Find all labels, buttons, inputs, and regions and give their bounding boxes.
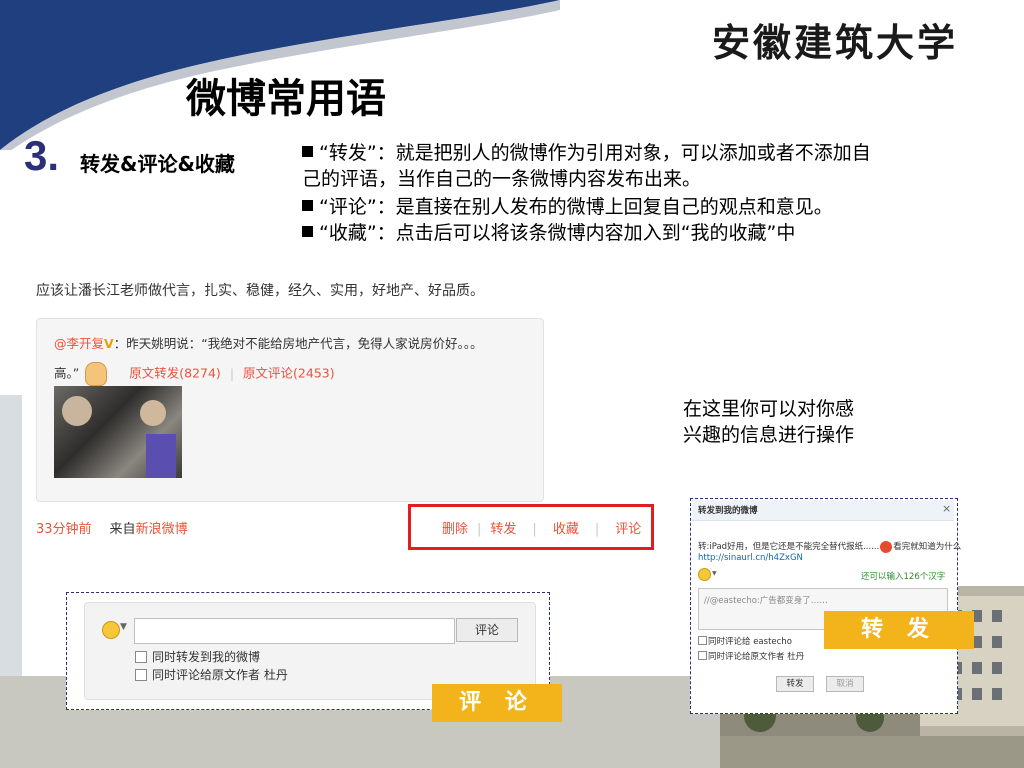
post-time-link[interactable]: 33分钟前 bbox=[36, 522, 92, 537]
repost-original-body: 转:iPad好用，但是它还是不能完全替代报纸...... bbox=[698, 542, 880, 552]
weibo-post-text: 应该让潘长江老师做代言，扎实、稳健，经久、实用，好地产、好品质。 bbox=[36, 283, 484, 299]
source-prefix: 来自 bbox=[109, 522, 136, 537]
original-comment-count-link[interactable]: 原文评论(2453) bbox=[243, 366, 335, 381]
callout-note-line1: 在这里你可以对你感 bbox=[683, 398, 855, 420]
repost-textarea-value: //@eastecho:广告都变身了…… bbox=[704, 596, 828, 606]
comment-to-author-label: 同时评论给原文作者 杜丹 bbox=[708, 652, 805, 662]
chevron-down-icon[interactable]: ▼ bbox=[712, 570, 717, 577]
comment-tag: 评 论 bbox=[432, 684, 562, 722]
separator: | bbox=[229, 365, 235, 381]
university-logo-cn: 安徽建筑大学 bbox=[712, 21, 959, 65]
original-repost-count-link[interactable]: 原文转发(8274) bbox=[129, 366, 221, 381]
repost-link[interactable]: 转发 bbox=[490, 522, 516, 537]
emoticon-picker-icon[interactable] bbox=[698, 568, 711, 581]
bullet-square-icon bbox=[302, 226, 313, 237]
comment-to-eastecho-label: 同时评论给 eastecho bbox=[708, 637, 792, 647]
bullet-repost-continued: 己的评语，当作自己的一条微博内容发布出来。 bbox=[302, 168, 702, 190]
separator: | bbox=[477, 522, 482, 537]
quoted-weibo-line1: @李开复V：昨天姚明说：“我绝对不能给房地产代言，免得人家说房价好。。。 bbox=[54, 333, 483, 352]
bullet-comment-text: “评论”：是直接在别人发布的微博上回复自己的观点和意见。 bbox=[319, 196, 833, 218]
close-icon[interactable]: × bbox=[942, 502, 951, 515]
comment-to-eastecho-checkbox[interactable] bbox=[698, 636, 707, 645]
separator: | bbox=[594, 522, 600, 537]
source-link[interactable]: 新浪微博 bbox=[136, 522, 188, 537]
emoticon-picker-icon[interactable] bbox=[102, 621, 120, 639]
side-strip bbox=[0, 395, 22, 695]
comment-to-author-checkbox[interactable] bbox=[698, 651, 707, 660]
comment-input[interactable] bbox=[134, 618, 455, 644]
delete-link[interactable]: 删除 bbox=[442, 522, 468, 537]
bullet-square-icon bbox=[302, 146, 313, 157]
repost-submit-button[interactable]: 转发 bbox=[776, 676, 814, 692]
repost-original-link[interactable]: http://sinaurl.cn/h4ZxGN bbox=[698, 553, 803, 563]
separator: | bbox=[532, 522, 537, 537]
repost-dialog-title: 转发到我的微博 bbox=[698, 506, 758, 516]
comment-submit-button[interactable]: 评论 bbox=[456, 618, 518, 642]
quoted-body-line2: 高。” bbox=[54, 365, 80, 381]
repost-original-text: 转:iPad好用，但是它还是不能完全替代报纸...... 看完就知道为什么 bbox=[698, 540, 961, 553]
comment-to-author-label: 同时评论给原文作者 杜丹 bbox=[152, 668, 288, 682]
callout-note: 在这里你可以对你感 兴趣的信息进行操作 bbox=[683, 396, 854, 448]
bullet-comment: “评论”：是直接在别人发布的微博上回复自己的观点和意见。 bbox=[302, 192, 833, 219]
callout-note-line2: 兴趣的信息进行操作 bbox=[683, 424, 855, 446]
repost-to-my-weibo-label: 同时转发到我的微博 bbox=[152, 650, 261, 664]
post-meta: 33分钟前 来自新浪微博 bbox=[36, 518, 188, 537]
bullet-repost: “转发”：就是把别人的微博作为引用对象，可以添加或者不添加自 bbox=[302, 138, 871, 165]
bullet-favorite: “收藏”：点击后可以将该条微博内容加入到“我的收藏”中 bbox=[302, 218, 795, 245]
post-actions: 删除 | 转发 | 收藏 | 评论 bbox=[442, 518, 641, 537]
quoted-author-link[interactable]: @李开复 bbox=[54, 336, 104, 351]
bullet-repost-text: “转发”：就是把别人的微博作为引用对象，可以添加或者不添加自 bbox=[319, 142, 871, 164]
emoticon-icon bbox=[85, 362, 108, 386]
quoted-body-line1: ：昨天姚明说：“我绝对不能给房地产代言，免得人家说房价好。。。 bbox=[113, 336, 483, 351]
emoticon-icon bbox=[880, 540, 893, 553]
comment-link[interactable]: 评论 bbox=[615, 522, 641, 537]
bullet-favorite-text: “收藏”：点击后可以将该条微博内容加入到“我的收藏”中 bbox=[319, 222, 796, 244]
favorite-link[interactable]: 收藏 bbox=[553, 522, 579, 537]
section-number: 3. bbox=[24, 132, 60, 179]
repost-tag: 转 发 bbox=[824, 611, 974, 649]
university-logo-en: ANHUI JIANZHU UNIVERSITY bbox=[786, 60, 990, 73]
repost-original-suffix: 看完就知道为什么 bbox=[893, 542, 962, 552]
repost-to-my-weibo-checkbox[interactable] bbox=[135, 651, 147, 663]
verified-badge-icon: V bbox=[104, 336, 114, 351]
slide-title: 微博常用语 bbox=[186, 76, 386, 122]
section-title: 转发&评论&收藏 bbox=[80, 152, 235, 176]
quoted-weibo-line2: 高。” 原文转发(8274) | 原文评论(2453) bbox=[54, 362, 335, 386]
bullet-square-icon bbox=[302, 200, 313, 211]
repost-cancel-button[interactable]: 取消 bbox=[826, 676, 864, 692]
chevron-down-icon[interactable]: ▼ bbox=[120, 622, 127, 632]
quoted-weibo-photo[interactable] bbox=[54, 386, 182, 478]
char-counter: 还可以输入126个汉字 bbox=[861, 572, 946, 582]
comment-to-author-checkbox[interactable] bbox=[135, 669, 147, 681]
